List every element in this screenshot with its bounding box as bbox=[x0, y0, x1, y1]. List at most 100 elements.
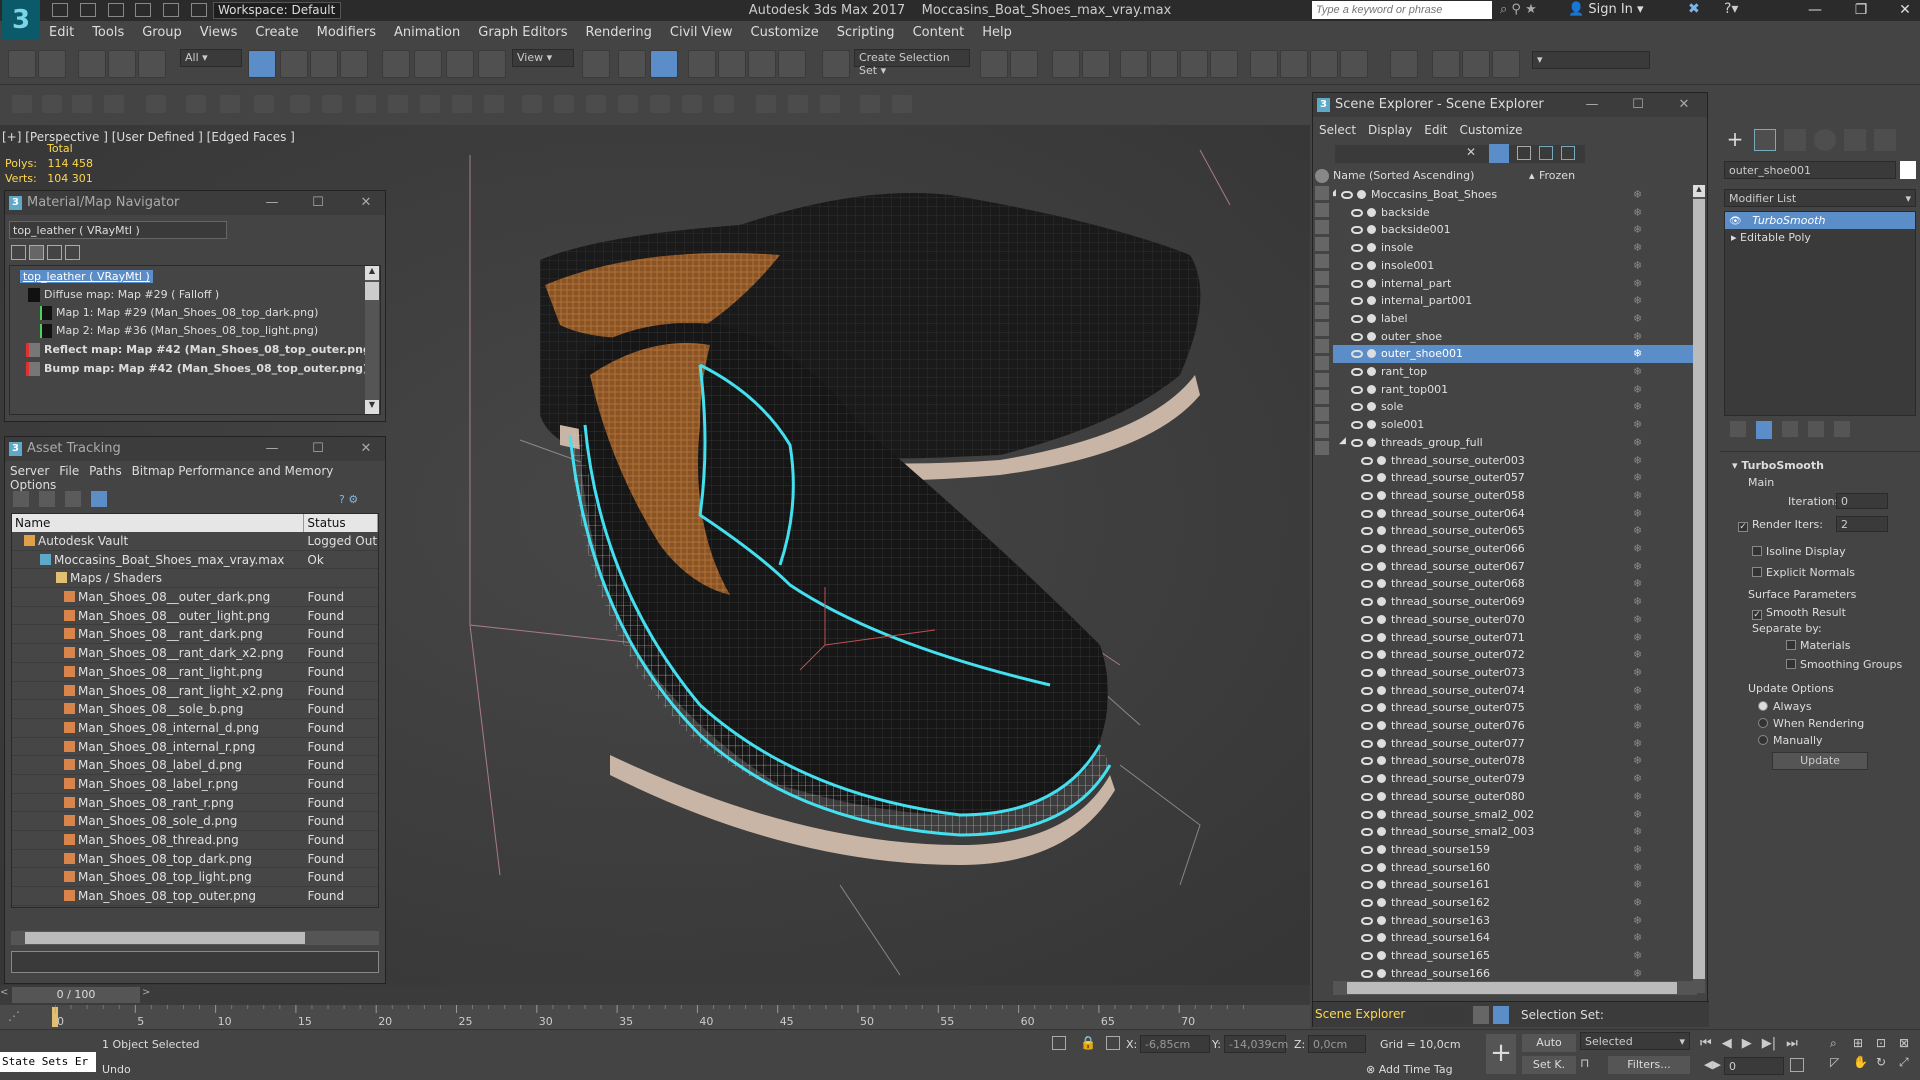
frozen-icon[interactable]: ❄ bbox=[1633, 772, 1642, 785]
visibility-eye-icon[interactable] bbox=[1361, 739, 1373, 748]
minimize-icon[interactable]: — bbox=[257, 191, 287, 215]
x-coordinate-field[interactable]: -6,85cm bbox=[1140, 1035, 1210, 1053]
scene-group-row[interactable]: ◢ Moccasins_Boat_Shoes ❄ bbox=[1333, 186, 1697, 204]
menu-scripting[interactable]: Scripting bbox=[828, 25, 904, 40]
globe-icon[interactable] bbox=[756, 95, 776, 113]
close-button[interactable]: ✕ bbox=[1890, 0, 1920, 21]
isoline-checkbox[interactable] bbox=[1752, 546, 1762, 556]
render-iters-checkbox[interactable]: ✓ bbox=[1738, 522, 1748, 532]
scroll-up-icon[interactable]: ▲ bbox=[1693, 185, 1705, 197]
table-row[interactable]: Moccasins_Boat_Shoes_max_vray.max Ok bbox=[12, 551, 378, 570]
sign-in-link[interactable]: 👤 Sign In ▾ bbox=[1568, 2, 1644, 17]
manually-radio[interactable] bbox=[1758, 735, 1768, 745]
material-tree-item-map2[interactable]: Map 2: Map #36 (Man_Shoes_08_top_light.p… bbox=[56, 324, 318, 337]
visibility-eye-icon[interactable] bbox=[1351, 403, 1363, 412]
table-row[interactable]: Man_Shoes_08__rant_dark.png Found bbox=[12, 625, 378, 645]
frozen-icon[interactable]: ❄ bbox=[1633, 436, 1642, 449]
render-preset-dropdown[interactable]: ▾ bbox=[1532, 51, 1650, 69]
scene-menu-display[interactable]: Display bbox=[1368, 123, 1412, 137]
scene-object-row[interactable]: thread_sourse_outer079 ❄ bbox=[1333, 770, 1697, 788]
scene-object-row[interactable]: internal_part ❄ bbox=[1333, 275, 1697, 293]
box-icon[interactable] bbox=[42, 95, 62, 113]
always-row[interactable]: Always bbox=[1758, 700, 1812, 713]
scene-menu-customize[interactable]: Customize bbox=[1460, 123, 1523, 137]
scene-object-row[interactable]: thread_sourse_outer003 ❄ bbox=[1333, 452, 1697, 470]
asset-horizontal-scrollbar[interactable] bbox=[11, 931, 379, 945]
align-icon[interactable] bbox=[1010, 50, 1038, 78]
scene-object-row[interactable]: thread_sourse161 ❄ bbox=[1333, 876, 1697, 894]
funnel-icon[interactable] bbox=[1315, 424, 1329, 438]
motion-tab-icon[interactable] bbox=[1814, 129, 1836, 151]
explorer-mode-icon[interactable] bbox=[1493, 1006, 1509, 1024]
visibility-eye-icon[interactable] bbox=[1361, 509, 1373, 518]
visibility-eye-icon[interactable] bbox=[1361, 686, 1373, 695]
delete-icon[interactable] bbox=[72, 95, 92, 113]
groups-filter-icon[interactable] bbox=[1315, 288, 1329, 302]
manually-row[interactable]: Manually bbox=[1758, 734, 1823, 747]
smoothing-groups-checkbox[interactable] bbox=[1786, 659, 1796, 669]
scene-object-row[interactable]: label ❄ bbox=[1333, 310, 1697, 328]
table-row[interactable]: Man_Shoes_08_top_dark.png Found bbox=[12, 850, 378, 869]
menu-content[interactable]: Content bbox=[904, 25, 974, 40]
visibility-eye-icon[interactable] bbox=[1361, 845, 1373, 854]
shapes-filter-icon[interactable] bbox=[1315, 203, 1329, 217]
visibility-eye-icon[interactable] bbox=[1351, 438, 1363, 447]
scene-object-row[interactable]: thread_sourse166 ❄ bbox=[1333, 965, 1697, 983]
visibility-eye-icon[interactable] bbox=[1361, 651, 1373, 660]
scene-object-row[interactable]: thread_sourse_smal2_003 ❄ bbox=[1333, 823, 1697, 841]
always-radio[interactable] bbox=[1758, 701, 1768, 711]
visibility-eye-icon[interactable] bbox=[1361, 545, 1373, 553]
table-row[interactable]: Man_Shoes_08_label_r.png Found bbox=[12, 775, 378, 794]
select-manipulate-icon[interactable] bbox=[618, 50, 646, 78]
plane-icon[interactable] bbox=[586, 95, 606, 113]
text-b-icon[interactable] bbox=[1462, 50, 1490, 78]
frozen-icon[interactable]: ❄ bbox=[1633, 223, 1642, 236]
ribbon-toggle-icon[interactable] bbox=[1120, 50, 1148, 78]
table-row[interactable]: Man_Shoes_08_rant_r.png Found bbox=[12, 794, 378, 813]
search-input[interactable] bbox=[1312, 1, 1492, 19]
material-tree-item-reflect[interactable]: Reflect map: Map #42 (Man_Shoes_08_top_o… bbox=[44, 343, 376, 356]
filter-icon[interactable] bbox=[1489, 144, 1509, 163]
save-file-icon[interactable] bbox=[107, 3, 124, 17]
when-rendering-radio[interactable] bbox=[1758, 718, 1768, 728]
properties-icon[interactable] bbox=[860, 95, 880, 113]
help-icon[interactable]: ?▾ bbox=[1724, 1, 1738, 17]
scene-object-row[interactable]: thread_sourse160 ❄ bbox=[1333, 859, 1697, 877]
frozen-icon[interactable]: ❄ bbox=[1633, 861, 1642, 874]
scene-object-row[interactable]: thread_sourse_outer076 ❄ bbox=[1333, 717, 1697, 735]
paint-icon[interactable] bbox=[146, 95, 166, 113]
visibility-eye-icon[interactable] bbox=[1361, 615, 1373, 624]
scene-col-frozen[interactable]: Frozen bbox=[1539, 169, 1575, 182]
key-filters-button[interactable]: Filters... bbox=[1608, 1056, 1690, 1074]
link-icon[interactable] bbox=[78, 50, 106, 78]
spinner-snap-icon[interactable] bbox=[778, 50, 806, 78]
containers-filter-icon[interactable] bbox=[1315, 339, 1329, 353]
window-crossing-icon[interactable] bbox=[340, 50, 368, 78]
scene-object-row[interactable]: thread_sourse_outer069 ❄ bbox=[1333, 593, 1697, 611]
table-row[interactable]: Maps / Shaders bbox=[12, 569, 378, 589]
render-iters-spinner[interactable]: 2 bbox=[1836, 516, 1888, 532]
time-next-icon[interactable]: > bbox=[142, 987, 154, 1003]
visibility-eye-icon[interactable] bbox=[1361, 633, 1373, 642]
visibility-eye-icon[interactable] bbox=[1351, 314, 1363, 323]
expand-arrow-icon[interactable]: ▸ bbox=[1731, 231, 1737, 244]
update-button[interactable]: Update bbox=[1772, 752, 1868, 770]
table-row[interactable]: Man_Shoes_08__rant_light_x2.png Found bbox=[12, 682, 378, 701]
percent-snap-icon[interactable] bbox=[748, 50, 776, 78]
scroll-thumb[interactable] bbox=[25, 932, 305, 944]
scroll-down-icon[interactable]: ▼ bbox=[365, 400, 379, 414]
help-circle-icon[interactable] bbox=[892, 95, 912, 113]
frozen-icon[interactable]: ❄ bbox=[1633, 489, 1642, 502]
visibility-eye-icon[interactable] bbox=[1361, 668, 1373, 677]
scroll-thumb[interactable] bbox=[1347, 982, 1677, 994]
frozen-icon[interactable]: ❄ bbox=[1633, 241, 1642, 254]
tree-view-icon[interactable] bbox=[91, 491, 107, 507]
material-navigator-titlebar[interactable]: 3 Material/Map Navigator — ☐ ✕ bbox=[5, 191, 385, 215]
lights-filter-icon[interactable] bbox=[1315, 220, 1329, 234]
zoom-extents-all-icon[interactable]: ⊠ bbox=[1899, 1036, 1917, 1051]
hidden-filter-icon[interactable] bbox=[1315, 373, 1329, 387]
omni-light-icon[interactable] bbox=[452, 95, 472, 113]
named-selection-dropdown[interactable]: Create Selection Set ▾ bbox=[854, 49, 970, 77]
view-large-icons-icon[interactable] bbox=[65, 245, 80, 260]
asset-menu-bitmap[interactable]: Bitmap Performance and Memory bbox=[132, 464, 334, 478]
